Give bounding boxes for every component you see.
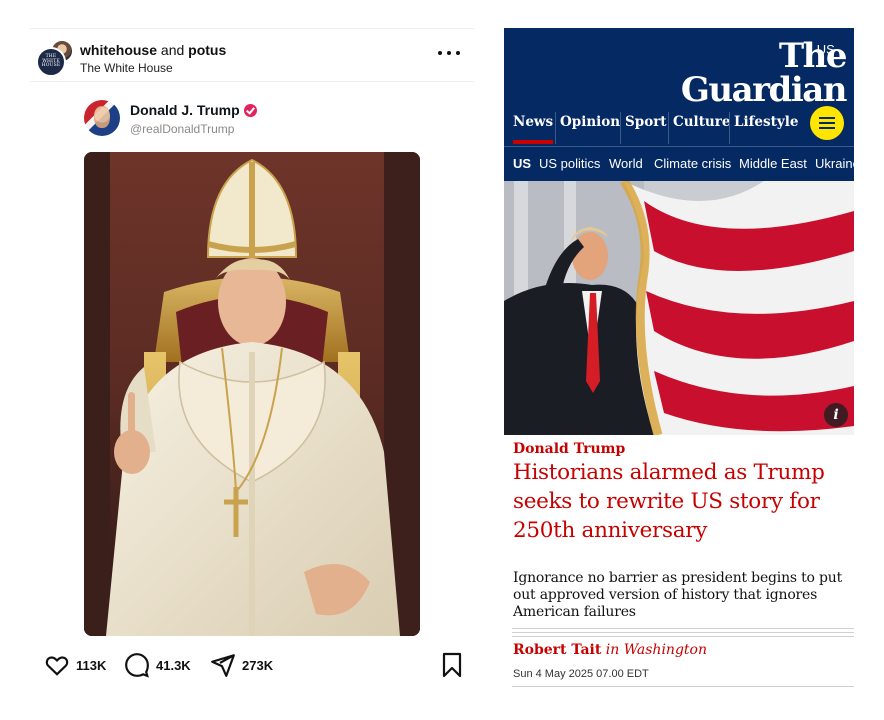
- menu-icon[interactable]: [810, 106, 844, 140]
- pope-illustration: [84, 152, 420, 636]
- article-standfirst: Ignorance no barrier as president begins…: [513, 570, 843, 620]
- nav-news[interactable]: News: [513, 114, 554, 144]
- sub-nav: US US politics World Climate crisis Midd…: [504, 156, 854, 176]
- accounts-joiner: and: [157, 42, 189, 58]
- share-button[interactable]: 273K: [210, 650, 273, 680]
- comment-count: 41.3K: [156, 657, 191, 673]
- info-icon[interactable]: i: [824, 403, 848, 427]
- post-header: THE WHITE HOUSE whitehouse and potus The…: [30, 28, 474, 82]
- tweet-author-name-text: Donald J. Trump: [130, 102, 240, 118]
- whitehouse-avatar[interactable]: THE WHITE HOUSE: [36, 47, 66, 77]
- divider-rules: [512, 628, 854, 640]
- guardian-logo[interactable]: The Guardian: [626, 36, 848, 110]
- nav-sport[interactable]: Sport: [625, 114, 667, 130]
- share-icon: [211, 654, 235, 677]
- tweet-author-name[interactable]: Donald J. Trump: [130, 102, 257, 118]
- divider: [512, 686, 854, 687]
- hero-image[interactable]: i: [504, 181, 854, 435]
- tweet-author-handle[interactable]: @realDonaldTrump: [130, 122, 234, 136]
- like-button[interactable]: 113K: [44, 650, 106, 680]
- tweet-image[interactable]: [84, 152, 420, 636]
- post-subtitle: The White House: [80, 61, 173, 75]
- bookmark-icon[interactable]: [440, 652, 464, 678]
- heart-icon: [45, 656, 69, 676]
- article-byline: Robert Tait in Washington: [513, 642, 707, 658]
- tweet-author-avatar[interactable]: [84, 100, 120, 136]
- post-accounts: whitehouse and potus: [80, 42, 226, 58]
- comment-icon: [125, 653, 149, 678]
- social-post: THE WHITE HOUSE whitehouse and potus The…: [30, 28, 474, 698]
- byline-author[interactable]: Robert Tait: [513, 642, 601, 658]
- account-whitehouse-link[interactable]: whitehouse: [80, 42, 157, 58]
- pillar-nav: News Opinion Sport Culture Lifestyle: [504, 110, 854, 146]
- article-kicker[interactable]: Donald Trump: [513, 441, 625, 457]
- guardian-logo-line1: The: [778, 36, 848, 76]
- nav-lifestyle[interactable]: Lifestyle: [734, 114, 798, 130]
- nav-opinion[interactable]: Opinion: [560, 114, 620, 130]
- byline-location: in Washington: [601, 642, 707, 658]
- subnav-us-politics[interactable]: US politics: [539, 156, 600, 171]
- subnav-us[interactable]: US: [513, 156, 531, 171]
- article-headline: Historians alarmed as Trump seeks to rew…: [513, 460, 825, 543]
- avatar-stack[interactable]: THE WHITE HOUSE: [36, 39, 76, 79]
- salute-flag-photo: [504, 181, 854, 435]
- subnav-world[interactable]: World: [609, 156, 643, 171]
- comment-button[interactable]: 41.3K: [124, 650, 191, 680]
- whitehouse-avatar-badge: THE WHITE HOUSE: [41, 53, 61, 69]
- guardian-article: US ⌄ The Guardian News Opinion Sport Cul…: [504, 28, 854, 698]
- subnav-ukraine[interactable]: Ukraine: [815, 156, 854, 171]
- like-count: 113K: [76, 657, 107, 673]
- nav-culture[interactable]: Culture: [673, 114, 730, 130]
- subnav-climate-crisis[interactable]: Climate crisis: [654, 156, 731, 171]
- account-potus-link[interactable]: potus: [188, 42, 226, 58]
- post-actions: 113K 41.3K 273K: [44, 650, 464, 680]
- verified-icon: [243, 104, 257, 117]
- share-count: 273K: [242, 657, 274, 673]
- subnav-middle-east[interactable]: Middle East: [739, 156, 807, 171]
- more-icon[interactable]: [438, 49, 460, 57]
- guardian-logo-line2: Guardian: [680, 70, 848, 110]
- article-date: Sun 4 May 2025 07.00 EDT: [513, 668, 649, 680]
